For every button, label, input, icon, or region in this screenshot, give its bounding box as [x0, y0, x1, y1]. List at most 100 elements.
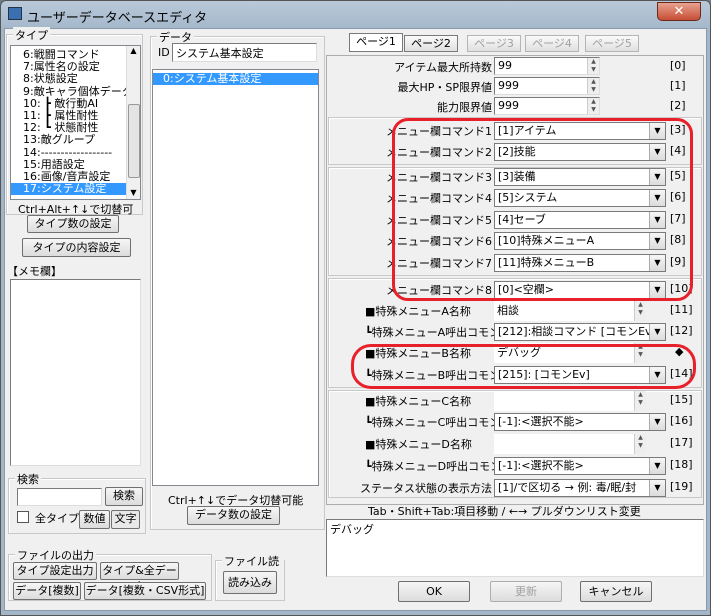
id-label: ID [158, 46, 170, 59]
number-field[interactable]: 999 ▲ ▼ [494, 77, 600, 95]
chevron-down-icon[interactable]: ▼ [649, 480, 665, 496]
field-dropdown[interactable]: [212]:相談コマンド [コモンEv] ▼ [494, 323, 666, 341]
field-index: [2] [670, 99, 686, 112]
chevron-down-icon[interactable]: ▼ [649, 458, 665, 474]
type-list-item[interactable]: 13:敵グループ [11, 134, 140, 146]
field-dropdown[interactable]: [5]システム ▼ [494, 189, 666, 207]
spinner-icon[interactable]: ▲ ▼ [587, 98, 599, 114]
spinner-icon[interactable]: ▲ ▼ [587, 58, 599, 74]
ok-button[interactable]: OK [398, 581, 470, 602]
text-field[interactable]: ▲ ▼ [494, 391, 646, 411]
field-label: メニュー欄コマンド8 [386, 284, 492, 297]
field-label: ┗特殊メニューA呼出コモン [365, 326, 501, 339]
type-list-item[interactable]: 14:------------------ [11, 146, 140, 159]
number-field[interactable]: 99 ▲ ▼ [494, 57, 600, 75]
tab-page-2[interactable]: ページ2 [404, 35, 458, 52]
field-dropdown[interactable]: [-1]:<選択不能> ▼ [494, 457, 666, 475]
type-list-item[interactable]: 17:システム設定 [11, 182, 140, 196]
field-dropdown[interactable]: [1]/で区切る → 例: 毒/眠/封 ▼ [494, 479, 666, 497]
field-index: [5] [670, 169, 686, 182]
all-types-label: 全タイプ [35, 512, 79, 525]
window-title: ユーザーデータベースエディタ [27, 11, 208, 26]
dropdown-value: [-1]:<選択不能> [498, 459, 584, 472]
type-list-scrollbar[interactable]: ▲ ▼ [126, 46, 140, 199]
close-button[interactable]: ✕ [657, 2, 701, 21]
search-input[interactable] [17, 488, 102, 506]
field-dropdown[interactable]: [2]技能 ▼ [494, 143, 666, 161]
chevron-down-icon[interactable]: ▼ [649, 255, 665, 271]
search-group-label: 検索 [15, 471, 41, 487]
spinner-icon[interactable]: ▲ ▼ [587, 78, 599, 94]
type-list[interactable]: 6:戦闘コマンド 7:属性名の設定 8:状態設定 9:敵キャラ個体データ 10: ┣ 敵… [10, 45, 141, 200]
export-type-all-data-button[interactable]: タイプ&全データ [100, 562, 179, 593]
field-dropdown[interactable]: [11]特殊メニューB ▼ [494, 254, 666, 272]
chevron-down-icon[interactable]: ▼ [649, 233, 665, 249]
export-type-settings-button[interactable]: タイプ設定出力 [13, 562, 97, 580]
tab-page-3[interactable]: ページ3 [467, 35, 521, 52]
chevron-down-icon[interactable]: ▼ [649, 414, 665, 430]
id-input[interactable]: システム基本設定 [172, 43, 317, 62]
chevron-down-icon[interactable]: ▼ [649, 123, 665, 139]
type-list-item[interactable]: 8:状態設定 [11, 73, 140, 85]
data-count-button[interactable]: データ数の設定 [187, 506, 280, 525]
tab-page-1[interactable]: ページ1 [349, 33, 403, 52]
field-dropdown[interactable]: [4]セーブ ▼ [494, 211, 666, 229]
dropdown-value: [0]<空欄> [498, 283, 555, 296]
field-index: [18] [670, 458, 693, 471]
chevron-down-icon[interactable]: ▼ [649, 190, 665, 206]
type-count-button[interactable]: タイプ数の設定 [27, 215, 119, 233]
export-csv-button[interactable]: データ[複数・CSV形式] [84, 582, 206, 600]
field-dropdown[interactable]: [1]アイテム ▼ [494, 122, 666, 140]
text-field[interactable]: 相談 ▲ ▼ [494, 301, 646, 321]
export-multiple-data-button[interactable]: データ[複数] [13, 582, 81, 600]
dropdown-value: [-1]:<選択不能> [498, 415, 584, 428]
field-dropdown[interactable]: [215]: [コモンEv] ▼ [494, 366, 666, 384]
all-types-checkbox[interactable] [17, 511, 29, 523]
field-dropdown[interactable]: [10]特殊メニューA ▼ [494, 232, 666, 250]
type-list-item[interactable]: 9:敵キャラ個体データ [11, 85, 140, 98]
data-list[interactable]: 0:システム基本設定 [152, 69, 319, 486]
dropdown-value: [215]: [コモンEv] [498, 368, 590, 381]
numeric-search-button[interactable]: 数値 [79, 510, 110, 529]
chevron-down-icon[interactable]: ▼ [649, 367, 665, 383]
field-index: [6] [670, 190, 686, 203]
import-button[interactable]: 読み込み [223, 571, 277, 594]
update-button[interactable]: 更新 [490, 581, 562, 602]
text-field[interactable]: デバッグ ▲ ▼ [494, 343, 646, 363]
memo-textarea[interactable] [10, 279, 141, 466]
field-value: 999 [498, 99, 519, 112]
chevron-down-icon[interactable]: ▼ [649, 324, 665, 340]
chevron-down-icon[interactable]: ▼ [649, 282, 665, 298]
file-output-label: ファイルの出力 [15, 547, 96, 563]
chevron-down-icon[interactable]: ▼ [649, 212, 665, 228]
tab-page-5[interactable]: ページ5 [585, 35, 639, 52]
spinner-icon[interactable]: ▲ ▼ [634, 434, 646, 454]
data-list-item[interactable]: 0:システム基本設定 [153, 72, 318, 86]
spinner-icon[interactable]: ▲ ▼ [634, 343, 646, 363]
field-label: メニュー欄コマンド3 [386, 171, 492, 184]
chevron-down-icon[interactable]: ▼ [649, 144, 665, 160]
number-field[interactable]: 999 ▲ ▼ [494, 97, 600, 115]
field-dropdown[interactable]: [-1]:<選択不能> ▼ [494, 413, 666, 431]
scroll-thumb[interactable] [128, 104, 140, 178]
field-index: [7] [670, 212, 686, 225]
field-index: [10] [670, 282, 693, 295]
dropdown-value: [1]/で区切る → 例: 毒/眠/封 [498, 481, 637, 494]
type-content-button[interactable]: タイプの内容設定 [22, 238, 131, 257]
text-search-button[interactable]: 文字 [111, 510, 140, 529]
field-dropdown[interactable]: [0]<空欄> ▼ [494, 281, 666, 299]
field-value: デバッグ [497, 346, 541, 359]
field-dropdown[interactable]: [3]装備 ▼ [494, 168, 666, 186]
dropdown-value: [212]:相談コマンド [コモンEv] [498, 325, 656, 338]
search-button[interactable]: 検索 [105, 487, 143, 506]
tab-page-4[interactable]: ページ4 [525, 35, 579, 52]
spinner-icon[interactable]: ▲ ▼ [634, 391, 646, 411]
text-field[interactable]: ▲ ▼ [494, 434, 646, 454]
chevron-down-icon[interactable]: ▼ [649, 169, 665, 185]
dropdown-value: [4]セーブ [498, 213, 546, 226]
cancel-button[interactable]: キャンセル [580, 581, 652, 602]
spinner-icon[interactable]: ▲ ▼ [634, 301, 646, 321]
dropdown-value: [11]特殊メニューB [498, 256, 595, 269]
page-tabs: ページ1 ページ2 ページ3 ページ4 ページ5 [342, 28, 707, 58]
note-textarea[interactable]: デバッグ [326, 519, 704, 577]
